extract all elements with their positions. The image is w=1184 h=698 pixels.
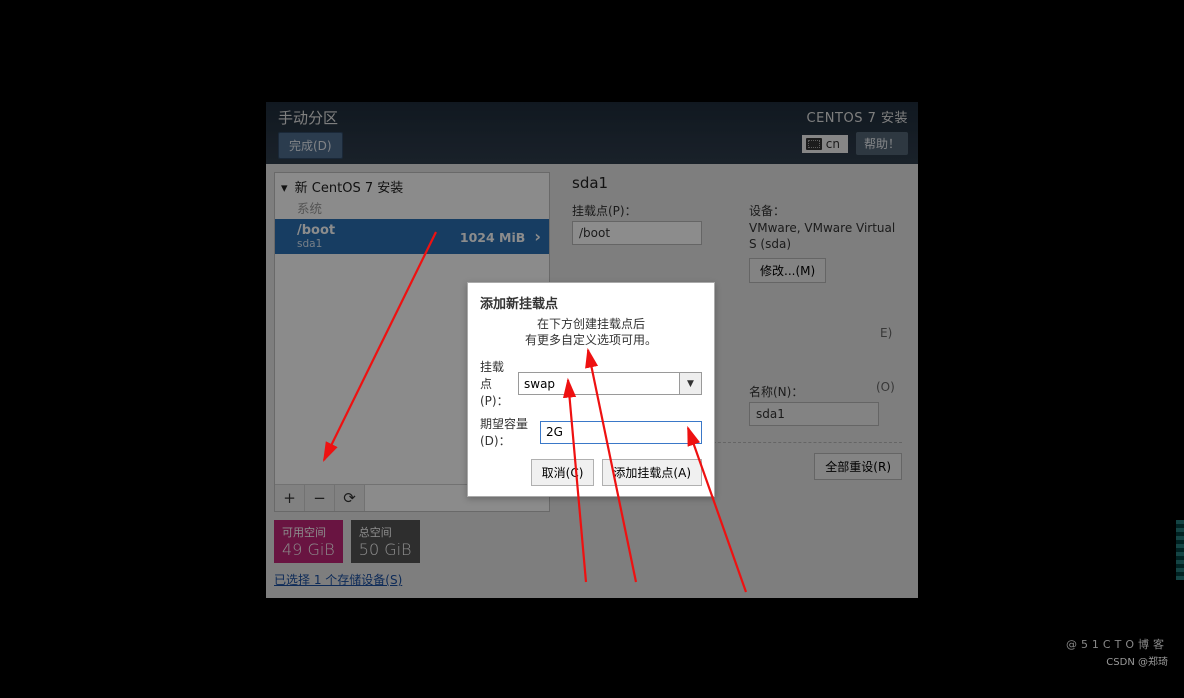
space-summary: 可用空间 49 GiB 总空间 50 GiB xyxy=(274,520,550,563)
help-button[interactable]: 帮助！ xyxy=(856,132,908,155)
storage-devices-link[interactable]: 已选择 1 个存储设备(S) xyxy=(274,571,550,588)
dialog-title: 添加新挂载点 xyxy=(480,293,702,312)
mount-device-text: sda1 xyxy=(297,238,335,250)
mount-size-text: 1024 MiB xyxy=(460,230,525,245)
dialog-add-button[interactable]: 添加挂载点(A) xyxy=(602,459,702,486)
mount-input[interactable] xyxy=(572,221,702,245)
mount-row-boot[interactable]: /boot sda1 1024 MiB › xyxy=(275,219,549,254)
dialog-capacity-label: 期望容量(D)： xyxy=(480,415,536,449)
dialog-capacity-input[interactable] xyxy=(540,421,702,444)
chevron-right-icon: › xyxy=(534,227,541,246)
section-system-label: 系统 xyxy=(275,198,549,219)
install-title[interactable]: ▾ 新 CentOS 7 安装 xyxy=(275,173,549,198)
mount-label: 挂载点(P)： xyxy=(572,202,725,219)
watermark-2: CSDN @郑琦 xyxy=(1106,653,1168,668)
done-button[interactable]: 完成(D) xyxy=(278,132,343,159)
keyboard-icon xyxy=(806,138,822,150)
dialog-cancel-button[interactable]: 取消(C) xyxy=(531,459,595,486)
page-title: 手动分区 xyxy=(278,107,343,128)
dialog-mount-label: 挂载点(P)： xyxy=(480,358,514,409)
add-mount-button[interactable]: + xyxy=(275,485,305,511)
dialog-mount-dropdown[interactable]: ▼ xyxy=(680,372,702,395)
add-mount-dialog: 添加新挂载点 在下方创建挂载点后 有更多自定义选项可用。 挂载点(P)： ▼ 期… xyxy=(467,282,715,497)
keyboard-layout-indicator[interactable]: cn xyxy=(802,135,848,153)
dialog-subtitle: 在下方创建挂载点后 有更多自定义选项可用。 xyxy=(480,316,702,348)
modify-device-button[interactable]: 修改...(M) xyxy=(749,258,826,283)
device-text: VMware, VMware Virtual S (sda) xyxy=(749,221,902,252)
fs-hint-e: E) xyxy=(880,326,892,340)
expand-triangle-icon: ▾ xyxy=(281,181,288,196)
available-space: 可用空间 49 GiB xyxy=(274,520,343,563)
remove-mount-button[interactable]: − xyxy=(305,485,335,511)
device-label: 设备： xyxy=(749,202,902,219)
mount-point-text: /boot xyxy=(297,223,335,238)
reset-all-button[interactable]: 全部重设(R) xyxy=(814,453,902,480)
watermark-1: @51CTO博客 xyxy=(1066,636,1168,652)
selected-device-title: sda1 xyxy=(572,174,902,192)
name-input[interactable] xyxy=(749,402,879,426)
edge-indicator xyxy=(1176,520,1184,580)
dialog-mount-input[interactable] xyxy=(518,372,680,395)
total-space: 总空间 50 GiB xyxy=(351,520,420,563)
keyboard-layout-text: cn xyxy=(826,137,840,151)
header: 手动分区 完成(D) CENTOS 7 安装 cn 帮助！ xyxy=(266,102,918,164)
product-name: CENTOS 7 安装 xyxy=(802,107,908,126)
refresh-mount-button[interactable]: ⟳ xyxy=(335,485,365,511)
fs-hint-o: (O) xyxy=(876,380,895,394)
